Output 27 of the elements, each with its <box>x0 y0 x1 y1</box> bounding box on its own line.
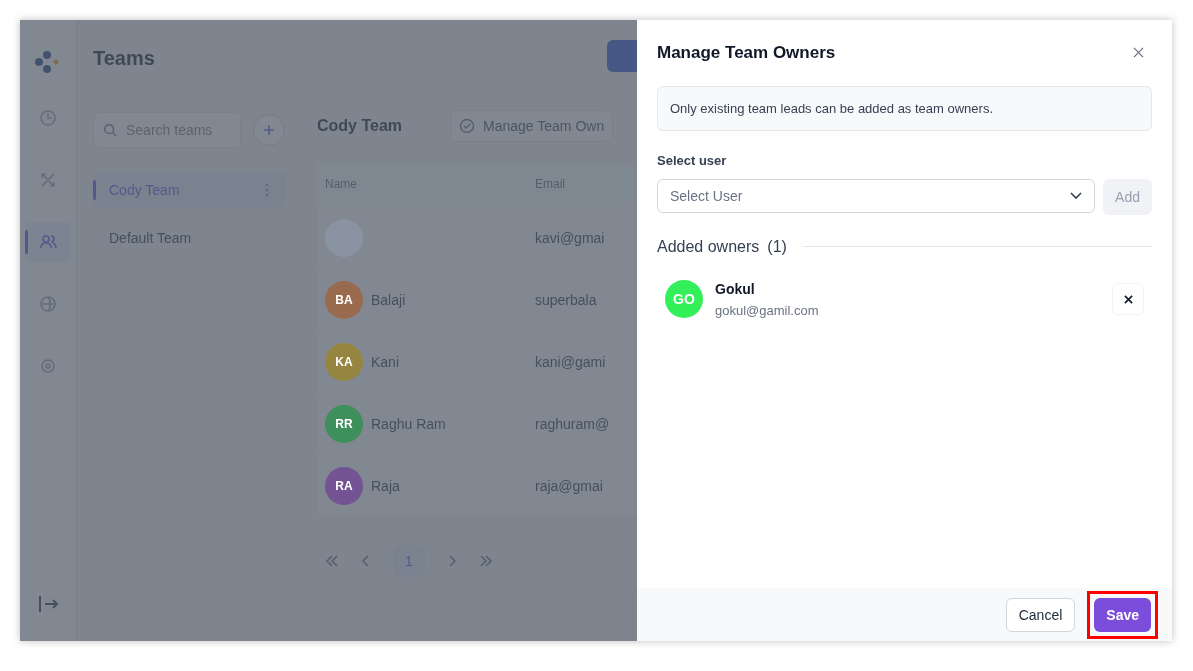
member-email: raghuram@ <box>535 414 610 434</box>
save-button[interactable]: Save <box>1094 597 1151 632</box>
owner-name: Gokul <box>715 279 756 299</box>
owner-email: gokul@gamil.com <box>715 301 820 320</box>
user-select[interactable]: Select User <box>657 178 1096 213</box>
member-email: kani@gami <box>535 352 606 372</box>
remove-button[interactable] <box>1112 283 1144 316</box>
member-email: raja@gmai <box>535 476 603 496</box>
member-name: Raghu Ram <box>371 414 446 434</box>
dialog-title: Manage Team Owners <box>657 42 836 64</box>
section-heading: Added owners <box>657 236 760 257</box>
close-icon[interactable] <box>1133 47 1144 59</box>
member-email: superbala <box>535 290 597 310</box>
field-label: Select user <box>657 152 728 170</box>
close-icon <box>1123 294 1133 304</box>
avatar: GO <box>665 280 703 319</box>
team-title: Cody Team <box>317 116 403 136</box>
member-name: Balaji <box>371 290 406 310</box>
select-placeholder: Select User <box>670 186 743 206</box>
member-name: Raja <box>371 476 400 496</box>
owner-count: (1) <box>767 236 787 257</box>
member-email: kavi@gmai <box>535 228 605 248</box>
info-note: Only existing team leads can be added as team owners. <box>657 85 1152 131</box>
member-name: Kani <box>371 352 400 372</box>
cancel-button[interactable]: Cancel <box>1005 597 1076 632</box>
page-title: Teams <box>93 46 156 71</box>
chevron-down-icon <box>1070 191 1083 200</box>
